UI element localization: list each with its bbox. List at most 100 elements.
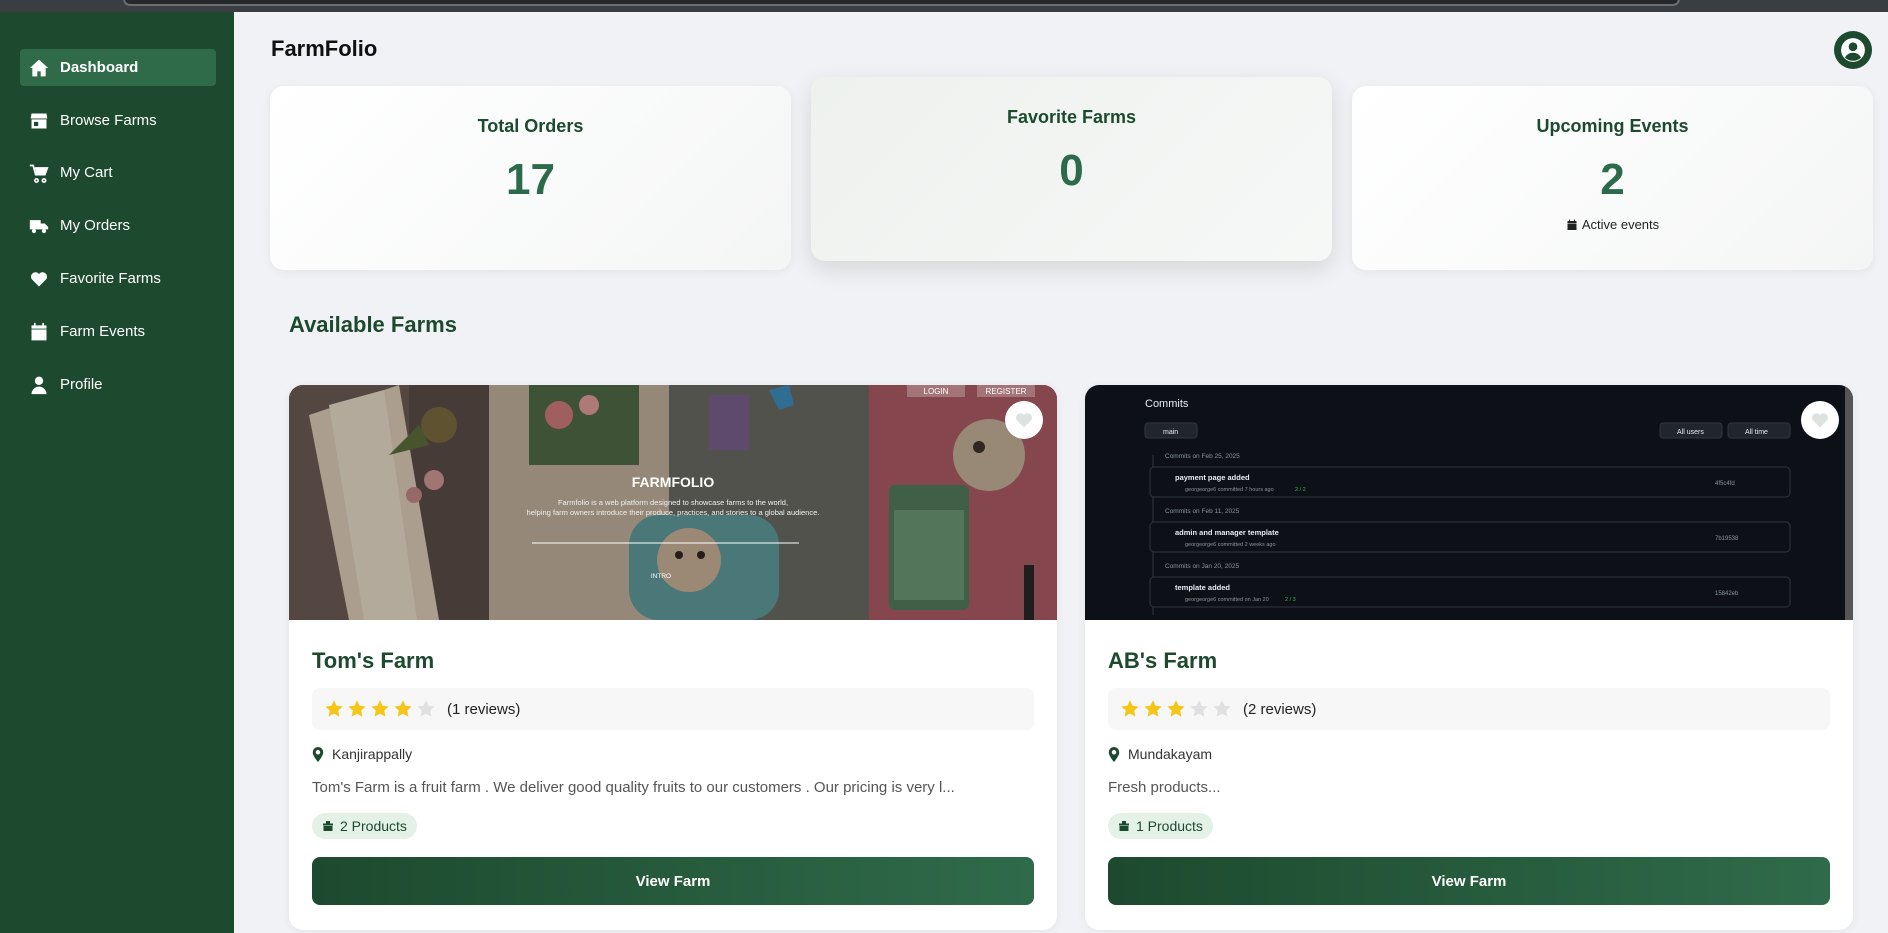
image-users-filter: All users <box>1677 429 1704 436</box>
image-commit-date: Commits on Feb 11, 2025 <box>1165 508 1240 515</box>
review-count: (1 reviews) <box>447 700 521 718</box>
products-badge: 2 Products <box>312 813 417 839</box>
view-farm-button[interactable]: View Farm <box>1108 857 1830 905</box>
sidebar-item-label: My Cart <box>60 164 113 181</box>
heart-icon <box>1811 413 1829 428</box>
stat-title: Total Orders <box>477 116 584 136</box>
image-tagline: helping farm owners introduce their prod… <box>527 508 820 517</box>
heart-icon <box>28 269 50 289</box>
star-icon <box>1167 700 1185 717</box>
sidebar-item-label: My Orders <box>60 217 131 234</box>
sidebar-item-dashboard[interactable]: Dashboard <box>20 49 216 86</box>
calendar-icon <box>28 322 50 342</box>
image-commit-sha: 4f5c4fd <box>1715 481 1735 487</box>
farm-card: LOGIN REGISTER FARMFOLIO Farmfolio is a … <box>289 385 1057 930</box>
stat-card-favorite-farms: Favorite Farms 0 <box>811 77 1332 261</box>
sidebar-item-my-orders[interactable]: My Orders <box>20 207 216 244</box>
home-icon <box>28 58 50 78</box>
image-heading: Commits <box>1145 398 1189 410</box>
image-login-text: LOGIN <box>924 387 949 396</box>
sidebar-item-label: Farm Events <box>60 323 146 340</box>
image-commit-meta: georgeorge6 committed 7 hours ago <box>1185 487 1274 493</box>
favorite-toggle-button[interactable] <box>1801 401 1839 439</box>
star-icon <box>348 700 366 717</box>
review-count: (2 reviews) <box>1243 700 1317 718</box>
farm-description: Fresh products... <box>1108 779 1221 796</box>
image-commit-sha: 7b19538 <box>1715 536 1739 542</box>
stat-sub-label: Active events <box>1581 217 1660 232</box>
location-label: Mundakayam <box>1128 746 1213 762</box>
farm-rating: (1 reviews) <box>312 688 1034 730</box>
view-farm-button[interactable]: View Farm <box>312 857 1034 905</box>
star-icon <box>371 700 389 717</box>
store-icon <box>28 111 50 131</box>
farm-description: Tom's Farm is a fruit farm . We deliver … <box>312 779 955 796</box>
farm-name: Tom's Farm <box>312 648 435 673</box>
stat-card-upcoming-events: Upcoming Events 2 Active events <box>1352 86 1873 270</box>
farm-image-commits-screenshot: Commits main All users All time Commits … <box>1085 385 1853 620</box>
app-brand: FarmFolio <box>271 36 378 61</box>
sidebar: Dashboard Browse Farms My Cart My Orders… <box>0 12 234 933</box>
farm-name: AB's Farm <box>1108 648 1218 673</box>
image-heading: FARMFOLIO <box>632 474 715 490</box>
farm-rating: (2 reviews) <box>1108 688 1830 730</box>
sidebar-item-label: Favorite Farms <box>60 270 161 287</box>
calendar-icon <box>1567 219 1577 230</box>
map-pin-icon <box>1108 746 1120 762</box>
products-badge: 1 Products <box>1108 813 1213 839</box>
products-count: 2 Products <box>340 818 407 834</box>
section-title-available-farms: Available Farms <box>289 312 457 337</box>
star-icon <box>394 700 412 717</box>
truck-icon <box>28 216 50 236</box>
image-register-text: REGISTER <box>986 387 1027 396</box>
star-icon <box>417 700 435 717</box>
browser-address-bar[interactable] <box>123 0 1680 6</box>
user-icon <box>28 375 50 395</box>
star-icon <box>1190 700 1208 717</box>
image-commit-sha: 15842eb <box>1715 591 1739 597</box>
image-commit-date: Commits on Jan 20, 2025 <box>1165 563 1239 570</box>
active-events-note: Active events <box>1352 217 1873 232</box>
sidebar-item-label: Browse Farms <box>60 112 157 129</box>
rating-stars <box>324 699 439 719</box>
user-avatar-button[interactable] <box>1834 31 1872 69</box>
browser-top-bar <box>0 0 1888 12</box>
farm-image: LOGIN REGISTER FARMFOLIO Farmfolio is a … <box>289 385 1057 620</box>
stat-title: Favorite Farms <box>1006 107 1137 127</box>
user-circle-icon <box>1841 38 1865 62</box>
sidebar-item-favorite-farms[interactable]: Favorite Farms <box>20 260 216 297</box>
sidebar-item-label: Dashboard <box>60 59 139 76</box>
image-commit-meta: georgeorge6 committed 2 weeks ago <box>1185 542 1276 548</box>
sidebar-item-farm-events[interactable]: Farm Events <box>20 313 216 350</box>
image-time-filter: All time <box>1745 429 1768 436</box>
stat-value: 17 <box>506 155 555 204</box>
rating-stars <box>1120 699 1235 719</box>
image-commit-message: admin and manager template <box>1175 528 1279 537</box>
box-icon <box>1119 821 1129 831</box>
stat-title: Upcoming Events <box>1536 116 1689 136</box>
sidebar-item-profile[interactable]: Profile <box>20 366 216 403</box>
farm-location: Mundakayam <box>1108 746 1830 762</box>
stat-card-total-orders: Total Orders 17 <box>270 86 791 270</box>
image-commit-message: payment page added <box>1175 473 1250 482</box>
cart-icon <box>28 163 50 183</box>
image-tagline: Farmfolio is a web platform designed to … <box>558 498 788 507</box>
box-icon <box>323 821 333 831</box>
products-count: 1 Products <box>1136 818 1203 834</box>
sidebar-item-my-cart[interactable]: My Cart <box>20 154 216 191</box>
image-branch: main <box>1163 429 1178 436</box>
image-commit-checks: 2 / 3 <box>1285 597 1296 603</box>
star-icon <box>1121 700 1139 717</box>
star-icon <box>1213 700 1231 717</box>
farm-image: Commits main All users All time Commits … <box>1085 385 1853 620</box>
image-commit-message: template added <box>1175 583 1230 592</box>
image-commit-date: Commits on Feb 25, 2025 <box>1165 453 1240 460</box>
stat-value: 2 <box>1600 155 1625 204</box>
location-label: Kanjirappally <box>332 746 413 762</box>
star-icon <box>1144 700 1162 717</box>
heart-icon <box>1015 413 1033 428</box>
farm-location: Kanjirappally <box>312 746 1034 762</box>
farm-card: Commits main All users All time Commits … <box>1085 385 1853 930</box>
favorite-toggle-button[interactable] <box>1005 401 1043 439</box>
sidebar-item-browse-farms[interactable]: Browse Farms <box>20 102 216 139</box>
